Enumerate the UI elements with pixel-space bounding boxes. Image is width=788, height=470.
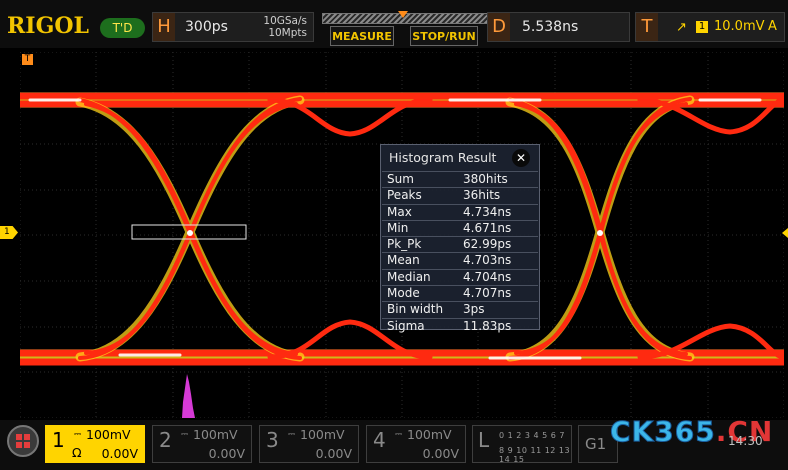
rising-edge-icon: ↗: [676, 20, 687, 35]
dc-coupling-icon: ⎓: [181, 430, 189, 440]
trigger-level-marker[interactable]: [782, 228, 788, 238]
trigger-position-marker[interactable]: T: [22, 54, 33, 65]
trigger-source-badge: 1: [696, 21, 708, 33]
table-row: Mean 4.703ns: [382, 252, 538, 268]
delay-label: D: [488, 13, 510, 41]
main-menu-button[interactable]: [7, 425, 39, 457]
histogram-table: Sum 380hits Peaks 36hits Max 4.734ns Min 4.6…: [382, 171, 538, 334]
memory-position-marker: [398, 11, 408, 18]
trigger-field[interactable]: T ↗ 1 10.0mV A: [635, 12, 785, 42]
ch4-offset: 0.00V: [422, 446, 459, 461]
histogram-distribution: [178, 374, 195, 418]
horizontal-label: H: [153, 13, 175, 41]
table-row: Pk_Pk 62.99ps: [382, 236, 538, 252]
delay-value: 5.538ns: [522, 19, 579, 35]
table-row: Median 4.704ns: [382, 268, 538, 285]
ch1-offset: 0.00V: [101, 446, 138, 461]
la-digits-low: 0 1 2 3 4 5 6 7: [499, 431, 566, 440]
panel-title: Histogram Result: [389, 150, 497, 165]
table-row: Mode 4.707ns: [382, 285, 538, 301]
logic-analyzer-button[interactable]: L 0 1 2 3 4 5 6 7 8 9 10 11 12 13 14 15: [472, 425, 572, 464]
dc-coupling-icon: ⎓: [288, 430, 296, 440]
channel-3-button[interactable]: 3 ⎓ 100mV 0.00V: [259, 425, 359, 463]
ch1-impedance: Ω: [72, 445, 82, 460]
ch1-ground-marker[interactable]: 1: [0, 226, 18, 239]
delay-field[interactable]: D 5.538ns: [487, 12, 630, 42]
memory-depth: 10Mpts: [268, 27, 307, 39]
acquisition-info: 10GSa/s 10Mpts: [263, 15, 307, 39]
ch2-offset: 0.00V: [208, 446, 245, 461]
la-digits-high: 8 9 10 11 12 13 14 15: [499, 446, 571, 464]
system-clock: 14:30: [728, 434, 763, 448]
table-row: Sum 380hits: [382, 171, 538, 187]
menu-grid-icon: [16, 434, 22, 440]
dc-coupling-icon: ⎓: [74, 430, 82, 440]
trigger-label: T: [636, 13, 658, 41]
stop-run-button[interactable]: STOP/RUN: [410, 26, 478, 46]
table-row: Peaks 36hits: [382, 187, 538, 203]
trigger-status-badge: T'D: [100, 18, 145, 38]
rigol-logo: RIGOL: [7, 13, 89, 39]
histogram-result-panel: Histogram Result ✕ Sum 380hits Peaks 36hit…: [380, 144, 540, 333]
table-row: Bin width 3ps: [382, 301, 538, 317]
trigger-mode: A: [768, 19, 777, 34]
ch4-scale: 100mV: [407, 427, 452, 442]
dc-coupling-icon: ⎓: [395, 430, 403, 440]
table-row: Max 4.734ns: [382, 203, 538, 220]
trigger-level: 10.0mV: [714, 19, 765, 34]
measure-button[interactable]: MEASURE: [330, 26, 394, 46]
close-icon[interactable]: ✕: [512, 149, 530, 167]
sample-rate: 10GSa/s: [263, 15, 307, 27]
ch2-scale: 100mV: [193, 427, 238, 442]
ch1-scale: 100mV: [86, 427, 131, 442]
ch3-offset: 0.00V: [315, 446, 352, 461]
timebase-value: 300ps: [185, 19, 228, 35]
horizontal-timebase-field[interactable]: H 300ps 10GSa/s 10Mpts: [152, 12, 314, 42]
table-row: Min 4.671ns: [382, 219, 538, 236]
channel-2-button[interactable]: 2 ⎓ 100mV 0.00V: [152, 425, 252, 463]
channel-1-button[interactable]: 1 ⎓ 100mV Ω 0.00V: [45, 425, 145, 463]
channel-4-button[interactable]: 4 ⎓ 100mV 0.00V: [366, 425, 466, 463]
top-status-bar: RIGOL T'D H 300ps 10GSa/s 10Mpts MEASURE…: [0, 0, 788, 48]
table-row: Sigma 11.83ps: [382, 317, 538, 334]
ch3-scale: 100mV: [300, 427, 345, 442]
